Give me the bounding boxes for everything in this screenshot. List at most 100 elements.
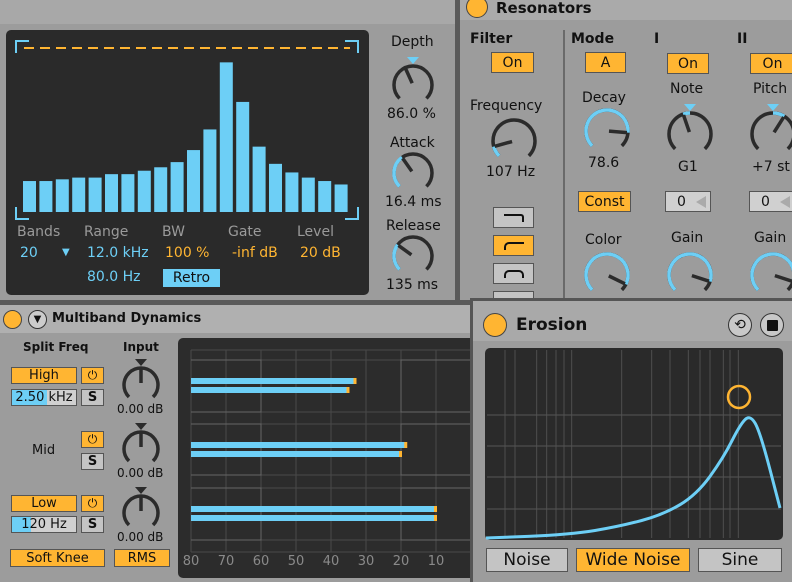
filter-on-button[interactable]: On [491,52,534,73]
band-level-bar [154,167,168,212]
knob-needle [494,139,513,148]
gate-value[interactable]: -inf dB [232,245,278,261]
band-level-bar [334,184,348,212]
axis-tick-label: 30 [358,554,375,569]
knob-value-arc [772,111,786,118]
frequency-label: Frequency [470,98,543,114]
sine-mode-button[interactable]: Sine [698,548,782,572]
vocoder-device: Bands Range BW Gate Level 20 ▼ 12.0 kHz … [0,0,455,300]
voice2-gain-label: Gain [754,230,787,246]
bw-value[interactable]: 100 % [165,245,209,261]
gate-label: Gate [228,224,262,240]
level-meter-peak [404,442,408,448]
band-level-bar [170,162,184,212]
axis-tick-label: 80 [183,554,200,569]
range-high-value[interactable]: 12.0 kHz [87,245,149,261]
erosion-frequency-graph[interactable] [473,301,792,582]
note-value: G1 [678,159,698,175]
noise-mode-button[interactable]: Noise [486,548,568,572]
multiband-dynamics-device: ▼ Multiband Dynamics Split Freq Input Hi… [0,305,470,582]
frequency-value: 107 Hz [486,164,536,180]
range-label: Range [84,224,129,240]
attack-value: 16.4 ms [385,194,442,210]
band-level-bar [318,181,332,212]
knob-track [491,118,537,158]
filter-highpass-button[interactable] [493,235,534,256]
band-level-bar [236,101,250,212]
knob-needle [772,116,786,134]
level-meter-peak [434,506,437,512]
band-level-bar [39,181,53,212]
release-knob[interactable] [0,0,434,271]
axis-tick-label: 60 [253,554,270,569]
knob-value-arc [492,145,501,158]
knob-value-arc [667,252,713,292]
knob-needle [608,129,628,135]
bands-value[interactable]: 20 [20,245,38,261]
level-meter-bar [191,451,401,457]
retro-button[interactable]: Retro [163,269,220,287]
axis-tick-label: 40 [323,554,340,569]
voice2-gain-knob[interactable] [460,0,792,292]
erosion-device: Erosion ⟲ Noise Wide Noise Sine [470,298,792,582]
level-meter-bar [191,515,436,521]
level-meter-peak [399,451,402,457]
axis-tick-label: 10 [428,554,445,569]
voice2-label: II [737,31,748,47]
band-level-bar [137,170,151,212]
frequency-handle [726,384,752,410]
knob-needle [681,114,692,133]
axis-tick-label: 50 [288,554,305,569]
const-button[interactable]: Const [578,191,631,212]
release-label: Release [386,218,441,234]
release-value: 135 ms [386,277,439,293]
band-level-bar [301,177,315,212]
erosion-response-curve [485,416,782,540]
decay-value: 78.6 [588,155,620,171]
note-label: Note [670,81,704,97]
default-marker-icon [684,104,696,111]
band-level-bar [203,129,217,212]
voice2-on-button[interactable]: On [750,53,792,74]
default-marker-icon [767,104,779,111]
band-level-bar [121,174,135,212]
knob-value-arc [750,252,792,292]
bands-dropdown-icon[interactable]: ▼ [62,247,70,258]
band-level-bar [72,177,86,212]
filter-label: Filter [470,31,513,47]
range-low-value[interactable]: 80.0 Hz [87,269,141,285]
level-meter-bar [191,442,407,448]
filter-lowpass-button[interactable] [493,207,534,228]
voice1-label: I [654,31,660,47]
mode-button[interactable]: A [585,52,626,73]
arrow-left-icon [696,196,706,208]
attack-label: Attack [390,135,435,151]
voice1-fine-box[interactable]: 0 [665,191,711,212]
band-level-bar [219,62,233,212]
arrow-left-icon [780,196,790,208]
band-level-bar [23,181,36,212]
band-level-bar [88,177,102,212]
mode-label: Mode [571,31,615,47]
wide-noise-mode-button[interactable]: Wide Noise [576,548,690,572]
band-level-bar [285,172,299,212]
voice1-on-button[interactable]: On [667,53,709,74]
level-meter-peak [434,515,437,521]
voice2-fine-box[interactable]: 0 [749,191,792,212]
knob-needle [691,273,710,283]
knob-value-arc [682,111,691,116]
depth-label: Depth [391,34,434,50]
bandpass-icon [503,269,524,278]
depth-value: 86.0 % [387,106,436,122]
axis-tick-label: 20 [393,554,410,569]
knob-needle [774,273,792,283]
filter-bandpass-button[interactable] [493,263,534,284]
multiband-meter-graph: 80 70 60 50 40 30 20 10 [183,349,470,569]
voice2-fine-value: 0 [761,193,770,210]
resonators-device: Resonators Filter On Frequency 107 Hz Mo… [460,0,792,300]
level-value[interactable]: 20 dB [300,245,341,261]
band-level-bar [55,179,69,212]
knob-value-arc [584,252,630,292]
pitch-value: +7 st [752,159,790,175]
band-level-bar [187,150,200,212]
